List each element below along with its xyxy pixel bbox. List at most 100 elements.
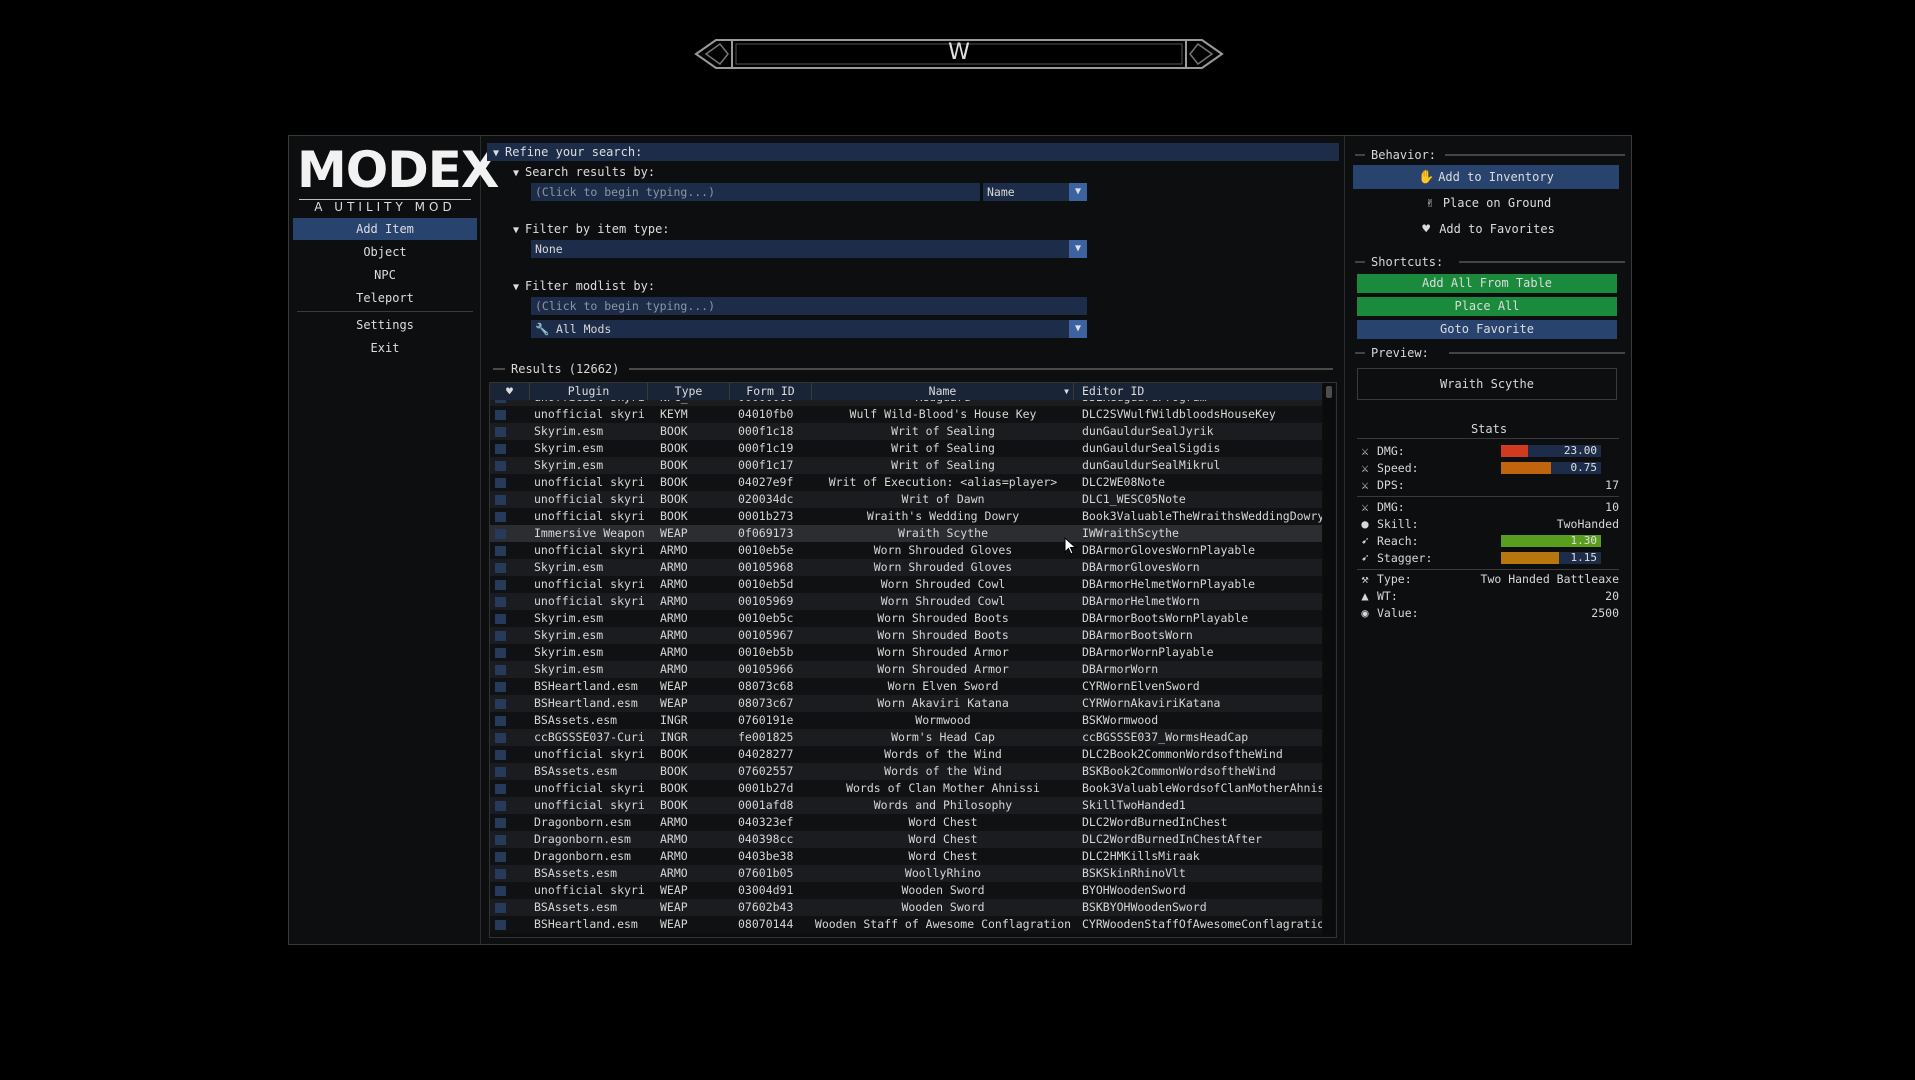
favorite-checkbox[interactable]: [495, 495, 506, 505]
favorite-checkbox[interactable]: [495, 614, 506, 624]
table-row[interactable]: Skyrim.esm BOOK 000f1c18 Writ of Sealing dun…: [490, 423, 1322, 440]
modlist-header[interactable]: ▼ Filter modlist by:: [513, 277, 655, 295]
favorite-checkbox[interactable]: [495, 512, 506, 522]
table-row[interactable]: Skyrim.esm ARMO 00105967 Worn Shrouded Boot…: [490, 627, 1322, 644]
favorite-checkbox[interactable]: [495, 400, 506, 403]
chevron-down-icon[interactable]: ▼: [1069, 183, 1087, 201]
table-row[interactable]: Skyrim.esm ARMO 0010eb5c Worn Shrouded Boot…: [490, 610, 1322, 627]
section-rule: [1355, 154, 1365, 156]
table-row[interactable]: BSAssets.esm WEAP 07602b43 Wooden Sword BSKB…: [490, 899, 1322, 916]
preview-box[interactable]: Wraith Scythe: [1357, 368, 1617, 400]
sidebar-item-npc[interactable]: NPC: [293, 264, 477, 286]
sidebar-item-exit[interactable]: Exit: [293, 337, 477, 359]
column-header-type[interactable]: Type: [648, 383, 730, 400]
cell-formid: 08073c67: [738, 696, 794, 710]
favorite-checkbox[interactable]: [495, 563, 506, 573]
favorite-checkbox[interactable]: [495, 784, 506, 794]
table-row[interactable]: unofficial skyri ARMO 0010eb5e Worn Shroude…: [490, 542, 1322, 559]
favorite-checkbox[interactable]: [495, 869, 506, 879]
sidebar-item-add-item[interactable]: Add Item: [293, 218, 477, 240]
favorite-checkbox[interactable]: [495, 818, 506, 828]
cell-name: Wooden Sword: [901, 883, 985, 897]
table-row[interactable]: BSAssets.esm ARMO 07601b05 WoollyRhino BSKSk…: [490, 865, 1322, 882]
table-row[interactable]: unofficial skyri ARMO 0010eb5d Worn Shroude…: [490, 576, 1322, 593]
favorite-checkbox[interactable]: [495, 835, 506, 845]
search-field-dropdown[interactable]: Name ▼: [983, 183, 1087, 201]
favorite-checkbox[interactable]: [495, 461, 506, 471]
table-row[interactable]: unofficial skyri BOOK 0001afd8 Words and Ph…: [490, 797, 1322, 814]
favorite-checkbox[interactable]: [495, 410, 506, 420]
column-header-name[interactable]: Name ▼: [812, 383, 1074, 400]
refine-header[interactable]: ▼ Refine your search:: [487, 143, 1339, 161]
table-row[interactable]: BSHeartland.esm WEAP 08070144 Wooden Staff …: [490, 916, 1322, 933]
add-to-inventory-button[interactable]: ✋ Add to Inventory: [1353, 165, 1619, 189]
modlist-dropdown[interactable]: 🔧 All Mods ▼: [531, 320, 1087, 338]
favorite-checkbox[interactable]: [495, 750, 506, 760]
favorite-checkbox[interactable]: [495, 903, 506, 913]
column-header-favorite[interactable]: ♥: [490, 383, 530, 400]
favorite-checkbox[interactable]: [495, 529, 506, 539]
place-on-ground-button[interactable]: ✌ Place on Ground: [1357, 191, 1617, 215]
favorite-checkbox[interactable]: [495, 665, 506, 675]
table-scrollbar[interactable]: [1323, 383, 1335, 937]
table-row[interactable]: Dragonborn.esm ARMO 0403be38 Word Chest DLC2…: [490, 848, 1322, 865]
favorite-checkbox[interactable]: [495, 920, 506, 930]
favorite-checkbox[interactable]: [495, 886, 506, 896]
favorite-checkbox[interactable]: [495, 767, 506, 777]
favorite-checkbox[interactable]: [495, 716, 506, 726]
column-header-formid[interactable]: Form ID: [730, 383, 812, 400]
table-row[interactable]: Dragonborn.esm ARMO 040323ef Word Chest DLC2…: [490, 814, 1322, 831]
table-row[interactable]: Skyrim.esm BOOK 000f1c19 Writ of Sealing dun…: [490, 440, 1322, 457]
modlist-input[interactable]: (Click to begin typing...): [531, 297, 1087, 315]
collapse-arrow-icon: ▼: [493, 148, 500, 159]
table-row[interactable]: Skyrim.esm ARMO 00105968 Worn Shrouded Glov…: [490, 559, 1322, 576]
sidebar-item-settings[interactable]: Settings: [293, 314, 477, 336]
table-row[interactable]: Dragonborn.esm ARMO 040398cc Word Chest DLC2…: [490, 831, 1322, 848]
favorite-checkbox[interactable]: [495, 801, 506, 811]
favorite-checkbox[interactable]: [495, 478, 506, 488]
scrollbar-thumb[interactable]: [1326, 386, 1332, 398]
table-row[interactable]: unofficial skyri BOOK 04028277 Words of the…: [490, 746, 1322, 763]
favorite-checkbox[interactable]: [495, 699, 506, 709]
table-row[interactable]: unofficial skyri BOOK 0001b273 Wraith's Wed…: [490, 508, 1322, 525]
column-header-plugin[interactable]: Plugin: [530, 383, 648, 400]
table-row[interactable]: unofficial skyri ARMO 00105969 Worn Shroude…: [490, 593, 1322, 610]
favorite-checkbox[interactable]: [495, 444, 506, 454]
goto-favorite-button[interactable]: Goto Favorite: [1357, 320, 1617, 339]
search-input[interactable]: (Click to begin typing...): [531, 183, 980, 201]
chevron-down-icon[interactable]: ▼: [1069, 240, 1087, 258]
favorite-checkbox[interactable]: [495, 427, 506, 437]
table-row[interactable]: BSAssets.esm INGR 0760191e Wormwood BSKWormw…: [490, 712, 1322, 729]
favorite-checkbox[interactable]: [495, 648, 506, 658]
favorite-checkbox[interactable]: [495, 631, 506, 641]
item-type-dropdown[interactable]: None ▼: [531, 240, 1087, 258]
sidebar-item-object[interactable]: Object: [293, 241, 477, 263]
table-row-selected[interactable]: Immersive Weapon WEAP 0f069173 Wraith Scyth…: [490, 525, 1322, 542]
place-all-button[interactable]: Place All: [1357, 297, 1617, 316]
item-type-header[interactable]: ▼ Filter by item type:: [513, 220, 670, 238]
favorite-checkbox[interactable]: [495, 733, 506, 743]
chevron-down-icon[interactable]: ▼: [1069, 320, 1087, 338]
table-row[interactable]: unofficial skyri WEAP 03004d91 Wooden Sword…: [490, 882, 1322, 899]
table-row[interactable]: unofficial skyri BOOK 020034dc Writ of Dawn…: [490, 491, 1322, 508]
table-row[interactable]: Skyrim.esm ARMO 0010eb5b Worn Shrouded Armo…: [490, 644, 1322, 661]
table-row[interactable]: Skyrim.esm BOOK 000f1c17 Writ of Sealing dun…: [490, 457, 1322, 474]
favorite-checkbox[interactable]: [495, 597, 506, 607]
sidebar-item-teleport[interactable]: Teleport: [293, 287, 477, 309]
add-to-favorites-button[interactable]: ♥ Add to Favorites: [1357, 217, 1617, 241]
table-row[interactable]: ccBGSSSE037-Curi INGR fe001825 Worm's Head …: [490, 729, 1322, 746]
favorite-checkbox[interactable]: [495, 546, 506, 556]
column-header-editorid[interactable]: Editor ID: [1074, 383, 1322, 400]
table-row[interactable]: unofficial skyri BOOK 0001b27d Words of Cla…: [490, 780, 1322, 797]
favorite-checkbox[interactable]: [495, 852, 506, 862]
favorite-checkbox[interactable]: [495, 682, 506, 692]
table-row[interactable]: BSHeartland.esm WEAP 08073c68 Worn Elven Sw…: [490, 678, 1322, 695]
table-row[interactable]: Skyrim.esm ARMO 00105966 Worn Shrouded Armo…: [490, 661, 1322, 678]
table-row[interactable]: unofficial skyri BOOK 04027e9f Writ of Exec…: [490, 474, 1322, 491]
favorite-checkbox[interactable]: [495, 580, 506, 590]
table-row[interactable]: unofficial skyri KEYM 04010fb0 Wulf Wild-Bl…: [490, 406, 1322, 423]
table-row[interactable]: BSAssets.esm BOOK 07602557 Words of the Win…: [490, 763, 1322, 780]
table-row[interactable]: BSHeartland.esm WEAP 08073c67 Worn Akaviri …: [490, 695, 1322, 712]
add-all-from-table-button[interactable]: Add All From Table: [1357, 274, 1617, 293]
search-by-header[interactable]: ▼ Search results by:: [513, 163, 655, 181]
